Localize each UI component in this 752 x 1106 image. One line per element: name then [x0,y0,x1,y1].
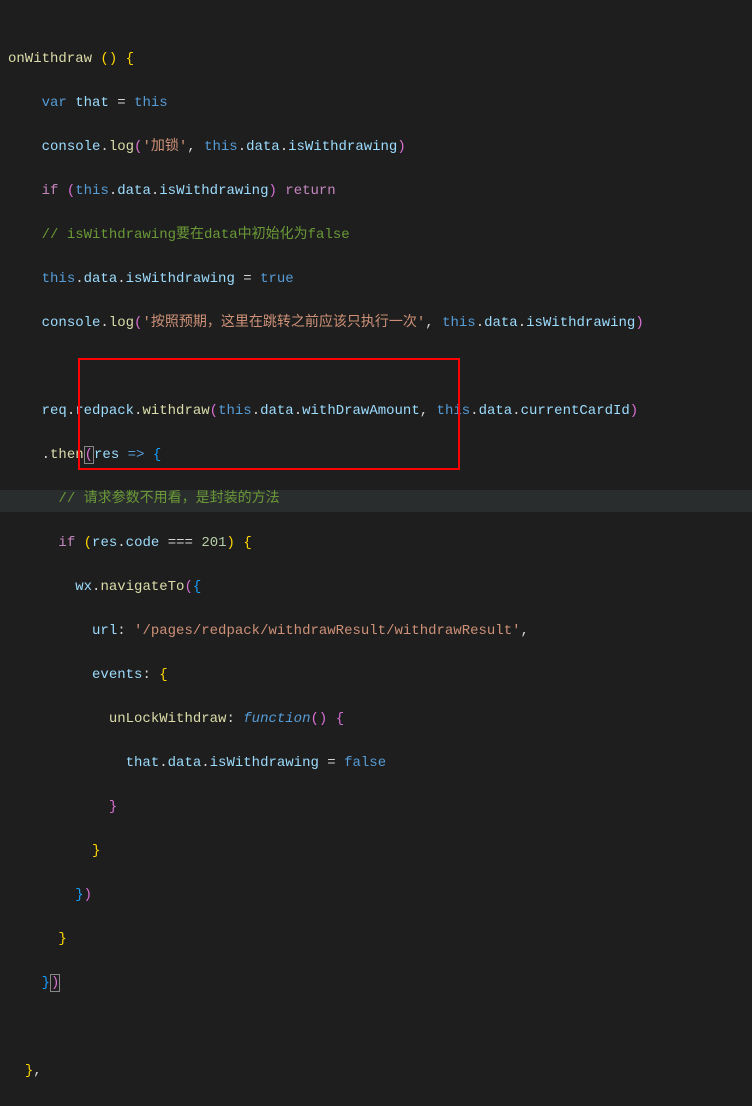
code-line: if (this.data.isWithdrawing) return [8,180,752,202]
comment: // isWithdrawing要在data中初始化为false [42,227,350,243]
code-line: var that = this [8,92,752,114]
code-line [8,1016,752,1038]
code-line: console.log('按照预期，这里在跳转之前应该只执行一次', this.… [8,312,752,334]
code-line: url: '/pages/redpack/withdrawResult/with… [8,620,752,642]
code-line: req.redpack.withdraw(this.data.withDrawA… [8,400,752,422]
code-line: // isWithdrawing要在data中初始化为false [8,224,752,246]
code-line: } [8,840,752,862]
code-line: } [8,928,752,950]
function-name: onWithdraw [8,51,92,67]
comment: // 请求参数不用看，是封装的方法 [58,491,279,507]
code-line: } [8,796,752,818]
code-line: }) [8,884,752,906]
code-line [8,356,752,378]
code-line: wx.navigateTo({ [8,576,752,598]
code-line: that.data.isWithdrawing = false [8,752,752,774]
code-line: this.data.isWithdrawing = true [8,268,752,290]
code-line: }) [8,972,752,994]
code-editor[interactable]: onWithdraw () { var that = this console.… [0,4,752,1106]
code-line: .then(res => { [8,444,752,466]
code-line: }, [8,1060,752,1082]
code-line: events: { [8,664,752,686]
code-line: unLockWithdraw: function() { [8,708,752,730]
code-line: if (res.code === 201) { [8,532,752,554]
code-line: console.log('加锁', this.data.isWithdrawin… [8,136,752,158]
code-line: // 请求参数不用看，是封装的方法 [8,488,752,510]
code-line: onWithdraw () { [8,48,752,70]
